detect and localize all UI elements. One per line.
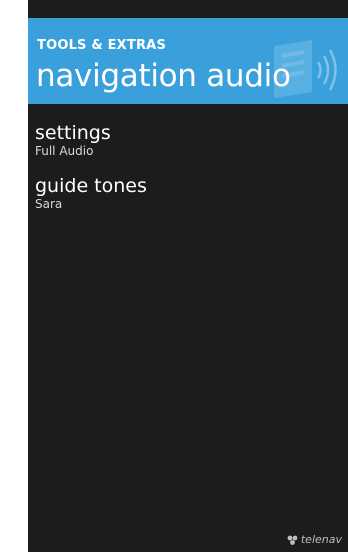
list-item-title: guide tones [35, 175, 147, 197]
list-item-value: Sara [35, 197, 63, 211]
list-item-value: Full Audio [35, 144, 94, 158]
list-item-guide-tones[interactable]: guide tones Sara [28, 175, 348, 212]
page-title: navigation audio [36, 58, 291, 94]
list-item-title: settings [35, 122, 111, 144]
app-screen: TOOLS & EXTRAS navigation audio settings… [28, 0, 348, 552]
section-label: TOOLS & EXTRAS [37, 38, 167, 53]
page-header: TOOLS & EXTRAS navigation audio [28, 18, 348, 104]
telenav-logo-icon [287, 535, 298, 545]
brand-name: telenav [300, 533, 342, 546]
list-item-settings[interactable]: settings Full Audio [28, 122, 348, 159]
settings-list: settings Full Audio guide tones Sara [28, 122, 348, 228]
brand-logo: telenav [287, 533, 342, 546]
